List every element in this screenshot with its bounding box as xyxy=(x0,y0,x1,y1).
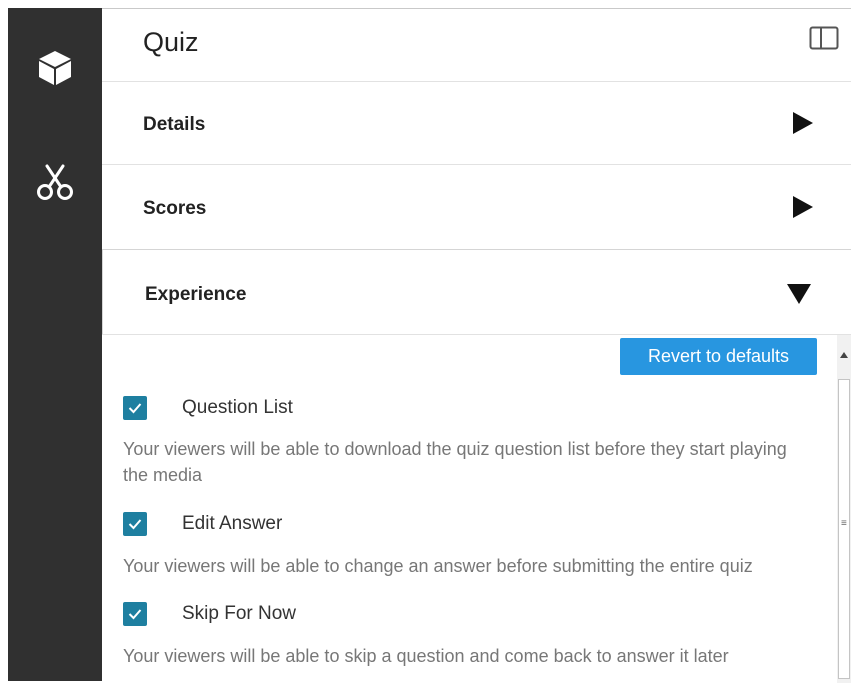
caret-up-icon xyxy=(840,352,848,358)
revert-to-defaults-button[interactable]: Revert to defaults xyxy=(620,338,817,375)
option-label-skip-for-now: Skip For Now xyxy=(182,603,297,624)
caret-down-icon xyxy=(787,284,811,304)
layout-toggle-button[interactable] xyxy=(809,25,839,51)
experience-content: Revert to defaults Question List Your vi… xyxy=(102,334,851,683)
question-list-checkbox[interactable] xyxy=(123,396,147,420)
section-experience[interactable]: Experience xyxy=(102,249,851,335)
cube-icon xyxy=(39,51,71,85)
check-icon xyxy=(128,519,142,530)
caret-right-icon xyxy=(793,112,813,134)
option-label-edit-answer: Edit Answer xyxy=(182,513,283,534)
option-question-list: Question List xyxy=(123,395,293,421)
section-label-scores: Scores xyxy=(143,198,207,219)
option-skip-for-now: Skip For Now xyxy=(123,601,296,627)
section-label-details: Details xyxy=(143,114,206,135)
scissors-icon xyxy=(37,164,73,200)
sidebar xyxy=(8,8,102,681)
sidebar-item-edit[interactable] xyxy=(8,152,102,212)
quiz-panel: Quiz Details Scores Experience Revert to… xyxy=(102,8,851,683)
scrollbar[interactable]: ≡ xyxy=(837,335,851,683)
option-description-question-list: Your viewers will be able to download th… xyxy=(123,439,787,485)
option-description-skip-for-now: Your viewers will be able to skip a ques… xyxy=(123,646,729,666)
scrollbar-thumb[interactable]: ≡ xyxy=(838,379,850,679)
grip-icon: ≡ xyxy=(841,518,847,529)
section-label-experience: Experience xyxy=(145,284,247,305)
option-description-edit-answer: Your viewers will be able to change an a… xyxy=(123,556,753,576)
edit-answer-checkbox[interactable] xyxy=(123,512,147,536)
section-details[interactable]: Details xyxy=(102,81,851,164)
option-label-question-list: Question List xyxy=(182,397,293,418)
check-icon xyxy=(128,403,142,414)
caret-right-icon xyxy=(793,196,813,218)
skip-for-now-checkbox[interactable] xyxy=(123,602,147,626)
section-scores[interactable]: Scores xyxy=(102,164,851,249)
page-title: Quiz xyxy=(143,27,199,57)
split-panel-icon xyxy=(809,26,839,50)
check-icon xyxy=(128,609,142,620)
sidebar-item-quiz[interactable] xyxy=(8,38,102,98)
scroll-up-button[interactable] xyxy=(837,335,851,375)
option-edit-answer: Edit Answer xyxy=(123,511,282,537)
